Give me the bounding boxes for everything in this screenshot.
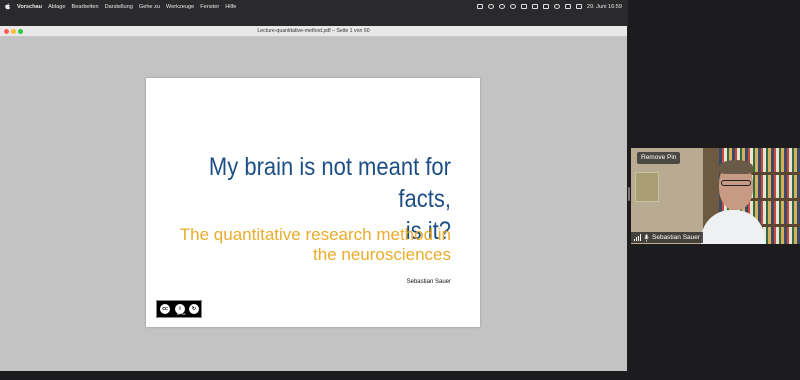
signal-strength-icon bbox=[634, 234, 641, 241]
participant-name: Sebastian Sauer bbox=[652, 234, 701, 241]
menu-bearbeiten[interactable]: Bearbeiten bbox=[72, 4, 99, 10]
menu-vorschau[interactable]: Vorschau bbox=[17, 4, 42, 10]
menu-gehe-zu[interactable]: Gehe zu bbox=[139, 4, 160, 10]
sync-icon[interactable] bbox=[498, 4, 505, 9]
zoom-status-icon[interactable] bbox=[476, 4, 483, 9]
microphone-muted-icon bbox=[644, 234, 649, 242]
clock-datetime[interactable]: 29. Juni 16:59 bbox=[587, 4, 622, 10]
cc-license-logo: cc i ↻ BY SA bbox=[156, 300, 202, 318]
pdf-viewer-area[interactable]: My brain is not meant for facts, is it? … bbox=[0, 37, 627, 371]
sa-icon: ↻ bbox=[188, 303, 200, 315]
battery-icon[interactable] bbox=[542, 4, 549, 9]
slide-subtitle-line1: The quantitative research method in bbox=[179, 225, 451, 244]
wifi-icon[interactable] bbox=[553, 4, 560, 9]
moon-icon[interactable] bbox=[509, 4, 516, 9]
bluetooth-icon[interactable] bbox=[520, 4, 527, 9]
menu-fenster[interactable]: Fenster bbox=[200, 4, 219, 10]
resize-handle[interactable] bbox=[628, 187, 630, 201]
participant-name-bar: Sebastian Sauer bbox=[631, 232, 704, 243]
window-titlebar: Lecture-quantitative-method.pdf – Seite … bbox=[0, 26, 627, 37]
slide-subtitle-line2: the neurosciences bbox=[313, 245, 451, 264]
volume-icon[interactable] bbox=[531, 4, 538, 9]
cc-icon: cc bbox=[159, 303, 171, 315]
search-icon[interactable] bbox=[564, 4, 571, 9]
apple-icon[interactable] bbox=[5, 3, 11, 10]
slide-title-line1: My brain is not meant for facts, bbox=[208, 153, 451, 213]
remove-pin-button[interactable]: Remove Pin bbox=[637, 152, 681, 164]
participant-hair bbox=[719, 160, 753, 174]
menu-werkzeuge[interactable]: Werkzeuge bbox=[166, 4, 194, 10]
menu-bar: Vorschau Ablage Bearbeiten Darstellung G… bbox=[0, 0, 628, 28]
document-title: Lecture-quantitative-method.pdf – Seite … bbox=[257, 28, 370, 34]
slide-subtitle: The quantitative research method in the … bbox=[151, 225, 451, 265]
control-center-icon[interactable] bbox=[575, 4, 582, 9]
menu-hilfe[interactable]: Hilfe bbox=[225, 4, 236, 10]
pdf-page[interactable]: My brain is not meant for facts, is it? … bbox=[146, 78, 480, 327]
slide-author: Sebastian Sauer bbox=[406, 279, 451, 285]
cc-license-text: BY SA bbox=[177, 312, 186, 316]
menu-ablage[interactable]: Ablage bbox=[48, 4, 65, 10]
wall-map bbox=[635, 172, 659, 202]
timer-icon[interactable] bbox=[487, 4, 494, 9]
participant-glasses bbox=[721, 180, 751, 186]
menu-darstellung[interactable]: Darstellung bbox=[105, 4, 133, 10]
